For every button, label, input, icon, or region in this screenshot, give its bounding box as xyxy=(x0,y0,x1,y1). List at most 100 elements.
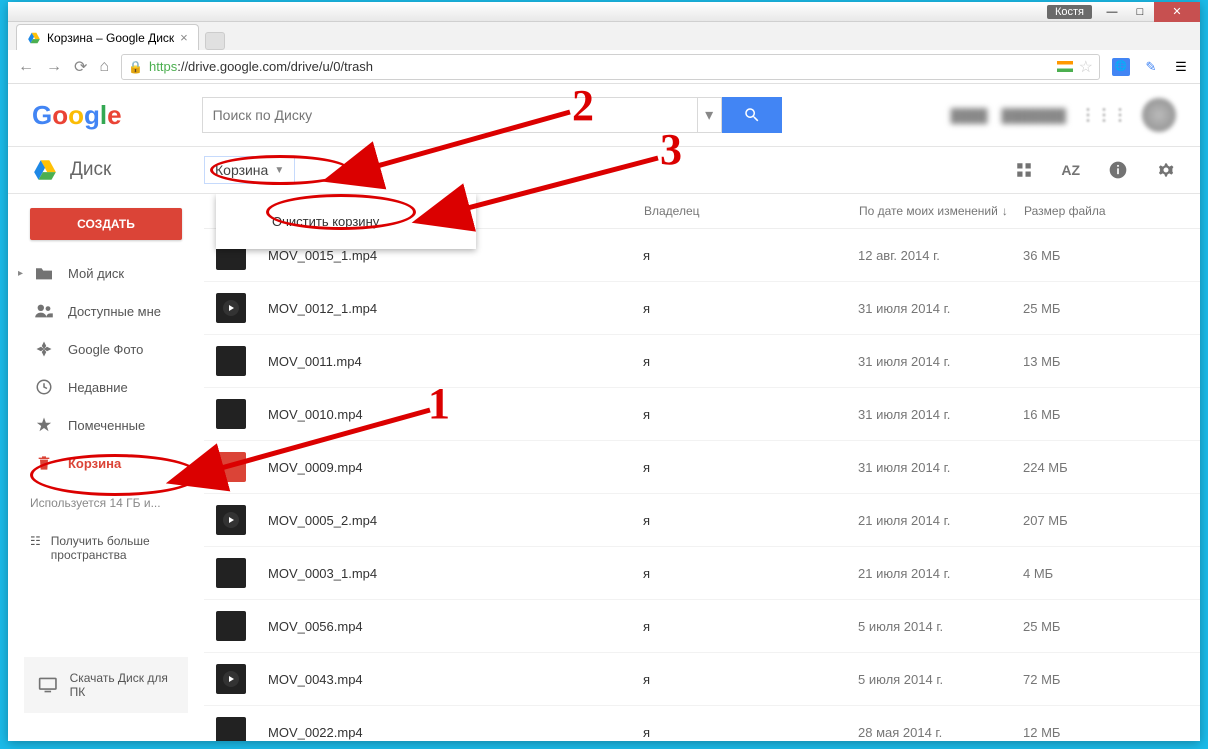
sidebar-item-label: Мой диск xyxy=(68,266,124,281)
file-size: 224 МБ xyxy=(1023,460,1068,475)
translate-icon[interactable]: 🌐 xyxy=(1112,58,1130,76)
file-name: MOV_0022.mp4 xyxy=(268,725,643,740)
tab-title: Корзина – Google Диск xyxy=(47,31,174,45)
url-text: https://drive.google.com/drive/u/0/trash xyxy=(149,59,1051,74)
file-row[interactable]: MOV_0043.mp4я5 июля 2014 г.72 МБ xyxy=(204,653,1200,706)
storage-upgrade-link[interactable]: ☷ Получить больше пространства xyxy=(8,524,204,572)
file-row[interactable]: MOV_0009.mp4я31 июля 2014 г.224 МБ xyxy=(204,441,1200,494)
header-link-2[interactable]: ███████ xyxy=(1002,108,1066,123)
settings-button[interactable] xyxy=(1156,160,1176,180)
file-row[interactable]: MOV_0003_1.mp4я21 июля 2014 г.4 МБ xyxy=(204,547,1200,600)
file-date: 28 мая 2014 г. xyxy=(858,725,1023,740)
url-bar: ← → ⟳ ⌂ 🔒 https://drive.google.com/drive… xyxy=(8,50,1200,84)
maximize-button[interactable]: □ xyxy=(1126,2,1154,22)
drive-icon xyxy=(32,157,58,183)
header: Google ▾ ████ ███████ ⋮⋮⋮ xyxy=(8,84,1200,146)
file-date: 5 июля 2014 г. xyxy=(858,619,1023,634)
star-icon xyxy=(34,415,54,435)
apps-icon[interactable]: ⋮⋮⋮ xyxy=(1080,105,1128,125)
file-name: MOV_0015_1.mp4 xyxy=(268,248,643,263)
file-size: 13 МБ xyxy=(1023,354,1060,369)
file-size: 4 МБ xyxy=(1023,566,1053,581)
file-row[interactable]: MOV_0056.mp4я5 июля 2014 г.25 МБ xyxy=(204,600,1200,653)
file-row[interactable]: MOV_0011.mp4я31 июля 2014 г.13 МБ xyxy=(204,335,1200,388)
sort-button[interactable]: AZ xyxy=(1061,162,1080,178)
search-icon xyxy=(743,106,761,124)
drive-favicon-icon xyxy=(27,31,41,45)
info-button[interactable] xyxy=(1108,160,1128,180)
address-bar[interactable]: 🔒 https://drive.google.com/drive/u/0/tra… xyxy=(121,54,1100,80)
search-box: ▾ xyxy=(202,97,782,133)
sidebar-item-trash[interactable]: Корзина xyxy=(8,444,204,482)
storage-icon: ☷ xyxy=(30,534,41,562)
drive-brand[interactable]: Диск xyxy=(32,157,204,183)
file-size: 72 МБ xyxy=(1023,672,1060,687)
file-name: MOV_0005_2.mp4 xyxy=(268,513,643,528)
file-owner: я xyxy=(643,301,858,316)
file-row[interactable]: MOV_0022.mp4я28 мая 2014 г.12 МБ xyxy=(204,706,1200,741)
search-options-dropdown[interactable]: ▾ xyxy=(698,97,722,133)
sort-arrow-icon: ↓ xyxy=(1002,204,1008,218)
file-date: 31 июля 2014 г. xyxy=(858,354,1023,369)
extension-icon[interactable]: ✎ xyxy=(1142,58,1160,76)
bookmark-icon[interactable]: ☆ xyxy=(1079,57,1093,77)
sidebar-item-people[interactable]: Доступные мне xyxy=(8,292,204,330)
file-owner: я xyxy=(643,460,858,475)
reload-button[interactable]: ⟳ xyxy=(74,57,87,77)
file-row[interactable]: MOV_0005_2.mp4я21 июля 2014 г.207 МБ xyxy=(204,494,1200,547)
minimize-button[interactable]: — xyxy=(1098,2,1126,22)
view-grid-button[interactable] xyxy=(1015,161,1033,179)
sidebar-item-star[interactable]: Помеченные xyxy=(8,406,204,444)
file-date: 12 авг. 2014 г. xyxy=(858,248,1023,263)
close-button[interactable]: ✕ xyxy=(1154,2,1200,22)
search-button[interactable] xyxy=(722,97,782,133)
file-row[interactable]: MOV_0012_1.mp4я31 июля 2014 г.25 МБ xyxy=(204,282,1200,335)
sidebar-item-label: Помеченные xyxy=(68,418,145,433)
sidebar-item-label: Доступные мне xyxy=(68,304,161,319)
trash-icon xyxy=(34,453,54,473)
new-tab-button[interactable] xyxy=(205,32,225,50)
file-owner: я xyxy=(643,566,858,581)
tab-close-icon[interactable]: × xyxy=(180,30,188,45)
download-drive-box[interactable]: Скачать Диск для ПК xyxy=(24,657,188,713)
folder-icon xyxy=(34,263,54,283)
file-name: MOV_0003_1.mp4 xyxy=(268,566,643,581)
col-owner[interactable]: Владелец xyxy=(644,204,859,218)
file-size: 36 МБ xyxy=(1023,248,1060,263)
file-name: MOV_0012_1.mp4 xyxy=(268,301,643,316)
sidebar-item-folder[interactable]: Мой диск xyxy=(8,254,204,292)
sidebar: СОЗДАТЬ Мой диск Доступные мне Google Фото… xyxy=(8,194,204,741)
file-thumbnail xyxy=(216,399,246,429)
sidebar-item-label: Google Фото xyxy=(68,342,143,357)
col-size[interactable]: Размер файла xyxy=(1024,204,1184,218)
file-date: 21 июля 2014 г. xyxy=(858,566,1023,581)
file-name: MOV_0011.mp4 xyxy=(268,354,643,369)
file-date: 31 июля 2014 г. xyxy=(858,301,1023,316)
empty-trash-item[interactable]: Очистить корзину xyxy=(216,204,476,239)
browser-tab[interactable]: Корзина – Google Диск × xyxy=(16,24,199,50)
avatar[interactable] xyxy=(1142,98,1176,132)
titlebar-user: Костя xyxy=(1047,5,1092,19)
create-button[interactable]: СОЗДАТЬ xyxy=(30,208,182,240)
file-owner: я xyxy=(643,672,858,687)
col-date[interactable]: По дате моих изменений ↓ xyxy=(859,204,1024,218)
trash-dropdown[interactable]: Корзина ▼ xyxy=(204,156,295,184)
sidebar-item-photos[interactable]: Google Фото xyxy=(8,330,204,368)
file-name: MOV_0043.mp4 xyxy=(268,672,643,687)
search-input[interactable] xyxy=(202,97,698,133)
home-button[interactable]: ⌂ xyxy=(99,58,109,76)
file-thumbnail xyxy=(216,558,246,588)
file-owner: я xyxy=(643,513,858,528)
back-button[interactable]: ← xyxy=(18,58,34,76)
file-size: 12 МБ xyxy=(1023,725,1060,740)
lock-icon: 🔒 xyxy=(128,60,143,74)
header-link-1[interactable]: ████ xyxy=(951,108,988,123)
toolbar: Диск Корзина ▼ AZ xyxy=(8,146,1200,194)
sidebar-item-clock[interactable]: Недавние xyxy=(8,368,204,406)
menu-icon[interactable]: ☰ xyxy=(1172,58,1190,76)
file-owner: я xyxy=(643,248,858,263)
file-row[interactable]: MOV_0010.mp4я31 июля 2014 г.16 МБ xyxy=(204,388,1200,441)
trash-dropdown-menu: Очистить корзину xyxy=(216,194,476,249)
google-logo[interactable]: Google xyxy=(32,100,122,131)
forward-button[interactable]: → xyxy=(46,58,62,76)
